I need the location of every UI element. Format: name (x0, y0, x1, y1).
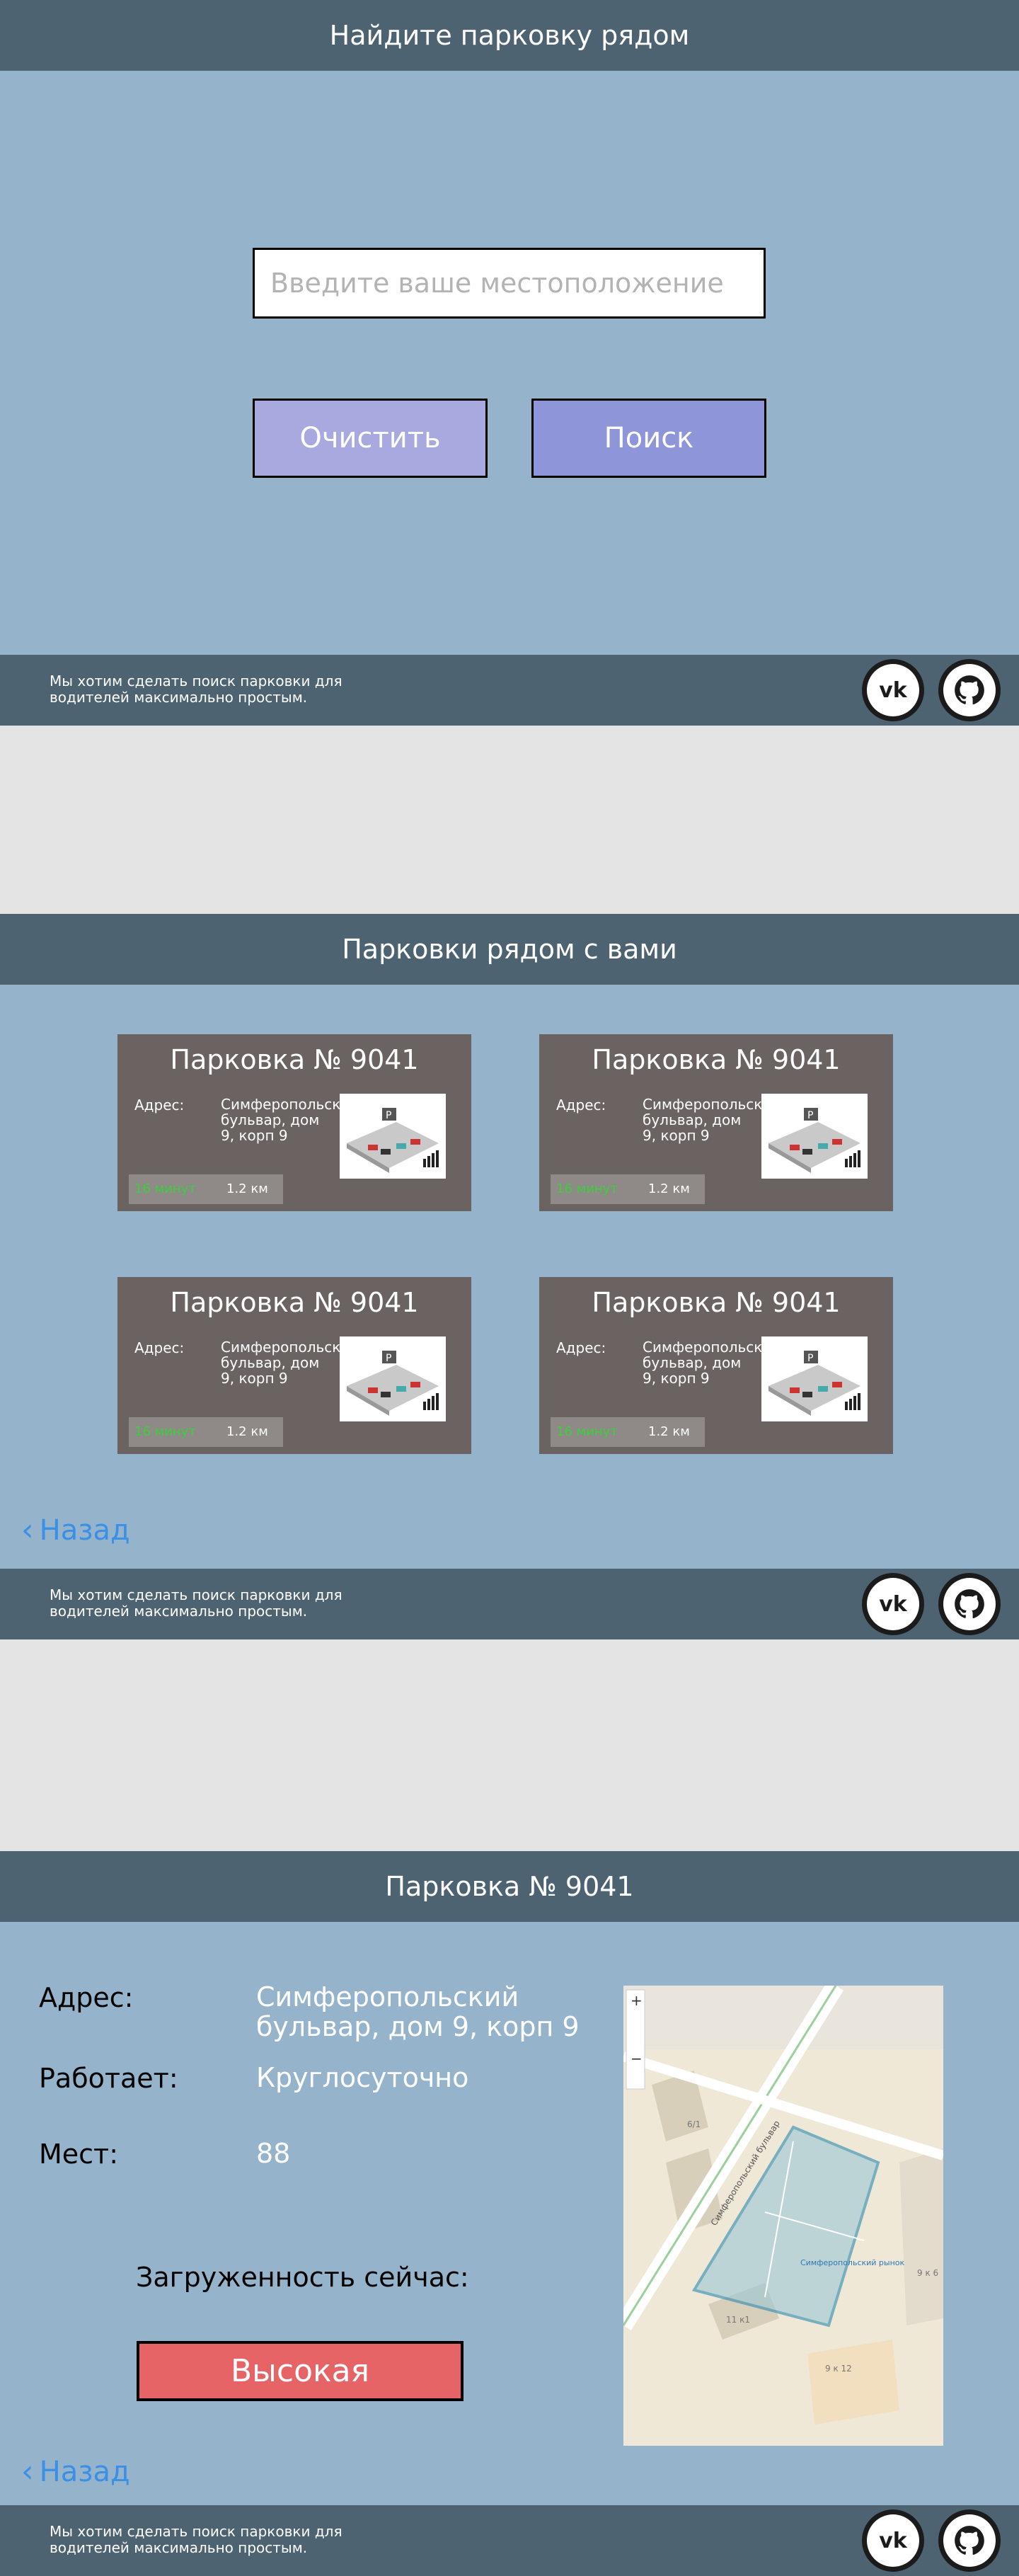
hours-value: Круглосуточно (256, 2062, 469, 2093)
card-stats: 16 минут 1.2 км (551, 1417, 705, 1447)
spots-value: 88 (256, 2138, 291, 2169)
github-icon[interactable] (938, 1573, 1001, 1635)
card-stats: 16 минут 1.2 км (551, 1174, 705, 1204)
hours-label: Работает: (39, 2063, 178, 2094)
footer-text: Мы хотим сделать поиск парковки для води… (50, 672, 342, 706)
back-link[interactable]: ‹ Назад (21, 2454, 130, 2490)
card-title: Парковка № 9041 (592, 1287, 841, 1318)
page-title: Найдите парковку рядом (329, 20, 690, 51)
card-address-label: Адрес: (134, 1097, 185, 1114)
search-header: Найдите парковку рядом (0, 0, 1019, 71)
card-address-label: Адрес: (556, 1339, 606, 1356)
clear-button[interactable]: Очистить (253, 399, 488, 478)
address-label: Адрес: (39, 1982, 134, 2013)
svg-text:P: P (386, 1353, 391, 1364)
search-button-label: Поиск (604, 422, 694, 454)
chevron-left-icon: ‹ (21, 1512, 34, 1548)
card-title: Парковка № 9041 (170, 1044, 419, 1075)
clear-button-label: Очистить (299, 422, 441, 454)
card-minutes: 16 минут (556, 1181, 618, 1196)
card-distance: 1.2 км (226, 1424, 268, 1439)
card-address: Симферопольский бульвар, дом 9, корп 9 (643, 1339, 781, 1387)
card-address: Симферопольский бульвар, дом 9, корп 9 (643, 1096, 781, 1144)
detail-header: Парковка № 9041 (0, 1851, 1019, 1922)
load-status-badge: Высокая (137, 2341, 464, 2401)
parking-map[interactable]: + − Симферопольский бульвар 6/1 9 к 6 11… (623, 1986, 943, 2446)
chevron-left-icon: ‹ (21, 2454, 34, 2490)
location-input-placeholder: Введите ваше местоположение (270, 268, 724, 299)
map-house-label: 6/1 (687, 2119, 701, 2129)
parking-lot-image: P (340, 1094, 446, 1179)
parking-card[interactable]: Парковка № 9041 Адрес: Симферопольский б… (539, 1277, 893, 1454)
map-house-label: 9 к 6 (917, 2268, 938, 2278)
parking-card[interactable]: Парковка № 9041 Адрес: Симферопольский б… (117, 1034, 471, 1211)
zoom-out-icon: − (631, 2050, 643, 2067)
footer-text: Мы хотим сделать поиск парковки для води… (50, 2523, 342, 2556)
card-address-label: Адрес: (556, 1097, 606, 1114)
map-house-label: 9 к 12 (825, 2364, 852, 2374)
card-title: Парковка № 9041 (170, 1287, 419, 1318)
vk-icon[interactable]: vk (862, 1573, 924, 1635)
svg-text:P: P (386, 1110, 391, 1121)
search-panel (0, 71, 1019, 655)
github-icon[interactable] (938, 2509, 1001, 2572)
back-link[interactable]: ‹ Назад (21, 1512, 130, 1548)
footer: Мы хотим сделать поиск парковки для води… (0, 2505, 1019, 2576)
spots-label: Мест: (39, 2139, 118, 2170)
card-minutes: 16 минут (556, 1424, 618, 1439)
parking-card[interactable]: Парковка № 9041 Адрес: Симферопольский б… (117, 1277, 471, 1454)
load-value: Высокая (230, 2353, 370, 2389)
vk-icon[interactable]: vk (862, 2509, 924, 2572)
card-title: Парковка № 9041 (592, 1044, 841, 1075)
back-link-label: Назад (39, 1513, 130, 1547)
map-house-label: 11 к1 (726, 2315, 750, 2325)
search-button[interactable]: Поиск (531, 399, 766, 478)
footer: Мы хотим сделать поиск парковки для води… (0, 1569, 1019, 1639)
card-stats: 16 минут 1.2 км (129, 1417, 283, 1447)
card-address: Симферопольский бульвар, дом 9, корп 9 (221, 1339, 359, 1387)
results-header: Парковки рядом с вами (0, 914, 1019, 985)
address-value: Симферопольский бульвар, дом 9, корп 9 (256, 1981, 580, 2042)
card-distance: 1.2 км (648, 1181, 690, 1196)
parking-lot-image: P (761, 1094, 868, 1179)
zoom-in-icon: + (631, 1992, 643, 2009)
card-stats: 16 минут 1.2 км (129, 1174, 283, 1204)
map-poi-label: Симферопольский рынок (800, 2258, 905, 2267)
svg-text:P: P (807, 1353, 813, 1364)
footer: Мы хотим сделать поиск парковки для води… (0, 655, 1019, 726)
svg-text:P: P (807, 1110, 813, 1121)
card-distance: 1.2 км (648, 1424, 690, 1439)
card-minutes: 16 минут (134, 1424, 196, 1439)
github-icon[interactable] (938, 659, 1001, 721)
parking-card[interactable]: Парковка № 9041 Адрес: Симферопольский б… (539, 1034, 893, 1211)
card-address-label: Адрес: (134, 1339, 185, 1356)
footer-text: Мы хотим сделать поиск парковки для води… (50, 1586, 342, 1620)
vk-icon[interactable]: vk (862, 659, 924, 721)
location-input[interactable]: Введите ваше местоположение (253, 248, 766, 319)
back-link-label: Назад (39, 2455, 130, 2488)
card-minutes: 16 минут (134, 1181, 196, 1196)
results-title: Парковки рядом с вами (342, 934, 677, 965)
parking-lot-image: P (761, 1336, 868, 1421)
parking-lot-image: P (340, 1336, 446, 1421)
detail-title: Парковка № 9041 (385, 1871, 634, 1902)
card-address: Симферопольский бульвар, дом 9, корп 9 (221, 1096, 359, 1144)
load-label: Загруженность сейчас: (136, 2262, 469, 2293)
card-distance: 1.2 км (226, 1181, 268, 1196)
